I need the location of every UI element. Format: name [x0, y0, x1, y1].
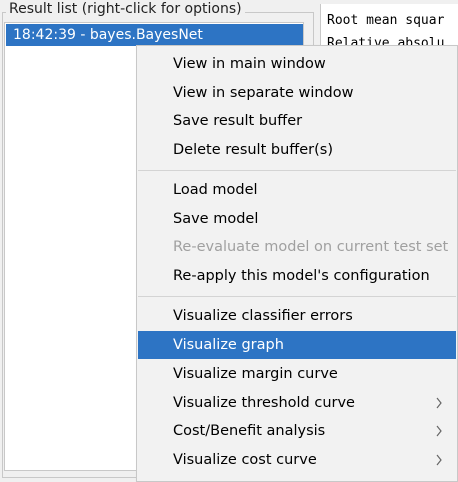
output-line: Root mean squar [327, 13, 445, 28]
menu-item-load-model[interactable]: Load model [138, 176, 456, 204]
menu-item-label: Visualize threshold curve [173, 395, 355, 411]
menu-item-visualize-margin-curve[interactable]: Visualize margin curve [138, 360, 456, 388]
menu-item-re-apply-configuration[interactable]: Re-apply this model's configuration [138, 262, 456, 290]
chevron-right-icon [436, 454, 442, 466]
menu-item-save-model[interactable]: Save model [138, 205, 456, 233]
chevron-right-icon [436, 397, 442, 409]
menu-item-view-in-main-window[interactable]: View in main window [138, 50, 456, 78]
result-list-item[interactable]: 18:42:39 - bayes.BayesNet [6, 24, 303, 46]
menu-separator [138, 170, 456, 171]
menu-item-re-evaluate-model: Re-evaluate model on current test set [173, 239, 449, 255]
result-list-legend: Result list (right-click for options) [6, 1, 245, 17]
chevron-right-icon [436, 425, 442, 437]
menu-item-label: Cost/Benefit analysis [173, 423, 326, 439]
menu-item-visualize-classifier-errors[interactable]: Visualize classifier errors [138, 302, 456, 330]
menu-item-cost-benefit-analysis[interactable]: Cost/Benefit analysis [138, 417, 456, 445]
context-menu: View in main window View in separate win… [136, 45, 458, 482]
menu-separator [138, 296, 456, 297]
menu-item-visualize-cost-curve[interactable]: Visualize cost curve [138, 446, 456, 474]
menu-item-visualize-threshold-curve[interactable]: Visualize threshold curve [138, 389, 456, 417]
menu-item-label: Visualize cost curve [173, 452, 317, 468]
menu-item-delete-result-buffer[interactable]: Delete result buffer(s) [138, 136, 456, 164]
menu-item-save-result-buffer[interactable]: Save result buffer [138, 107, 456, 135]
menu-item-visualize-graph[interactable]: Visualize graph [138, 331, 456, 359]
menu-item-view-in-separate-window[interactable]: View in separate window [138, 79, 456, 107]
